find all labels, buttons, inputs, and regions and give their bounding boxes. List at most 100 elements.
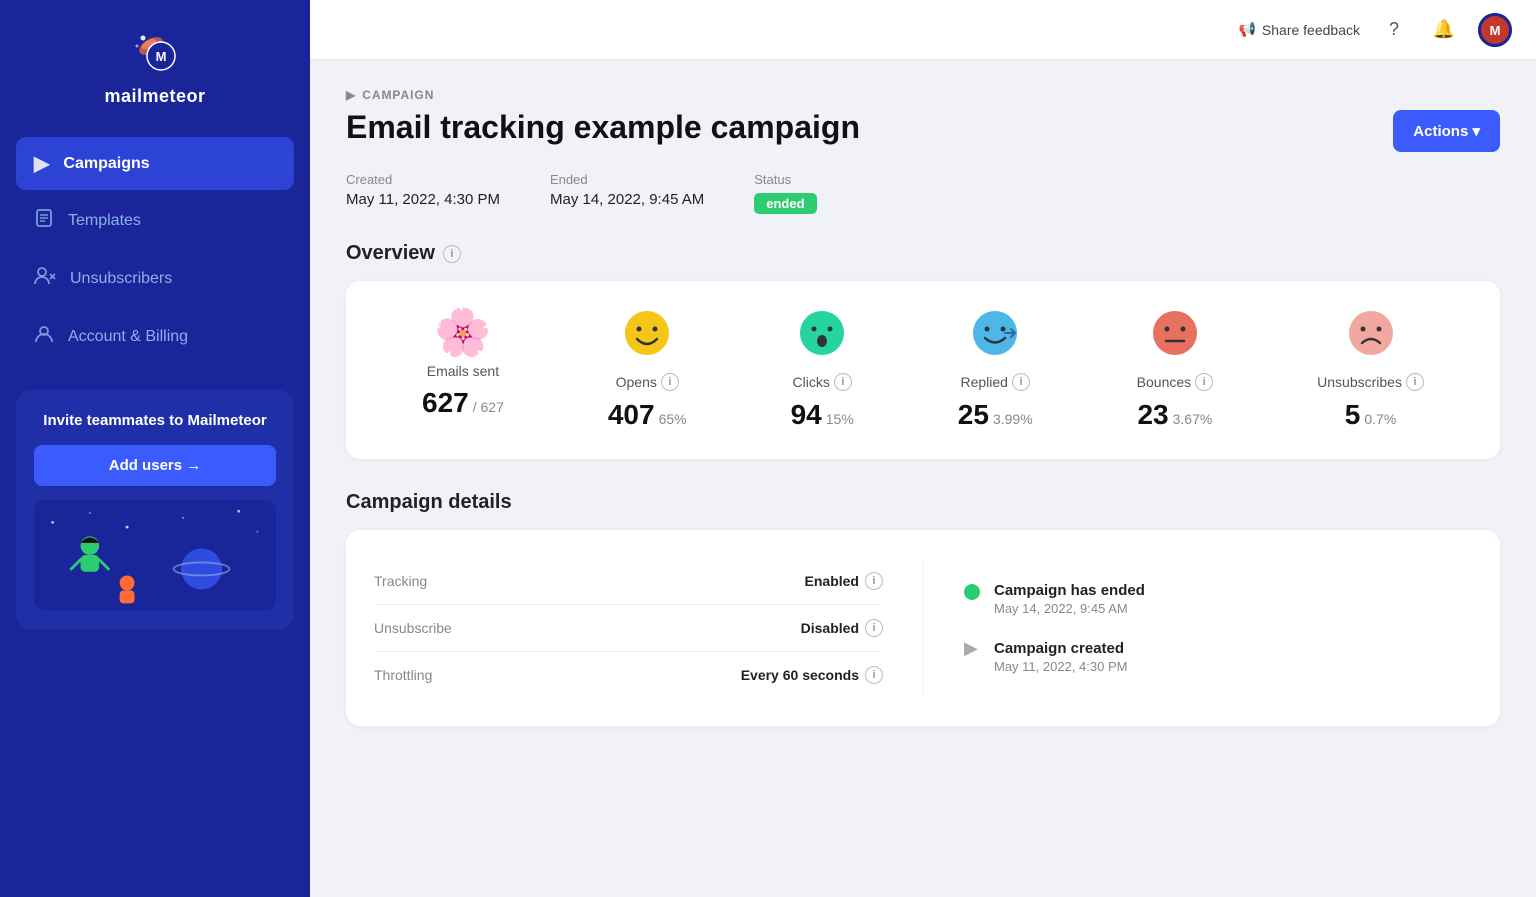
bounces-emoji (1151, 309, 1199, 365)
detail-tracking: Tracking Enabled i (374, 558, 883, 605)
templates-icon (34, 208, 54, 234)
bounces-label: Bounces i (1137, 373, 1213, 391)
emails-sent-label: Emails sent (427, 363, 499, 379)
breadcrumb-text: CAMPAIGN (362, 88, 434, 102)
unsubscribes-emoji (1347, 309, 1395, 365)
stat-replied: Replied i 25 3.99% (958, 309, 1033, 431)
logo-area: M mailmeteor (0, 0, 310, 127)
created-label: Created (346, 172, 500, 187)
logo-icon: M (129, 28, 181, 80)
page-header: Email tracking example campaign Actions … (346, 110, 1500, 152)
notifications-icon[interactable]: 🔔 (1428, 14, 1460, 46)
detail-throttling: Throttling Every 60 seconds i (374, 652, 883, 698)
sidebar-item-campaigns[interactable]: ▶ Campaigns (16, 137, 294, 190)
throttling-value: Every 60 seconds i (741, 666, 883, 684)
detail-unsubscribe: Unsubscribe Disabled i (374, 605, 883, 652)
page-title: Email tracking example campaign (346, 110, 860, 145)
sidebar-item-templates-label: Templates (68, 212, 141, 230)
timeline-item-created: ▶ Campaign created May 11, 2022, 4:30 PM (964, 640, 1472, 674)
throttling-info-icon[interactable]: i (865, 666, 883, 684)
overview-card: 🌸 Emails sent 627 / 627 Opens i (346, 281, 1500, 459)
bounces-value: 23 3.67% (1137, 399, 1212, 431)
avatar[interactable]: M (1478, 13, 1512, 47)
timeline-text-ended: Campaign has ended May 14, 2022, 9:45 AM (994, 582, 1145, 616)
stat-bounces: Bounces i 23 3.67% (1137, 309, 1213, 431)
overview-section-title: Overview i (346, 242, 1500, 265)
opens-label: Opens i (616, 373, 679, 391)
timeline-dot-arrow: ▶ (964, 638, 980, 654)
actions-button[interactable]: Actions ▾ (1393, 110, 1500, 152)
stat-unsubscribes: Unsubscribes i 5 0.7% (1317, 309, 1424, 431)
status-meta: Status ended (754, 172, 816, 214)
unsubscribe-key: Unsubscribe (374, 620, 452, 636)
unsubscribes-value: 5 0.7% (1345, 399, 1397, 431)
throttling-key: Throttling (374, 667, 432, 683)
invite-illustration (34, 500, 276, 610)
timeline-item-ended: Campaign has ended May 14, 2022, 9:45 AM (964, 582, 1472, 616)
account-icon (34, 324, 54, 350)
sidebar-item-unsubscribers[interactable]: Unsubscribers (16, 252, 294, 306)
unsubscribes-label: Unsubscribes i (1317, 373, 1424, 391)
replied-info-icon[interactable]: i (1012, 373, 1030, 391)
details-section-title: Campaign details (346, 491, 1500, 514)
bounces-info-icon[interactable]: i (1195, 373, 1213, 391)
timeline-ended-date: May 14, 2022, 9:45 AM (994, 601, 1145, 616)
details-card: Tracking Enabled i Unsubscribe Disabled … (346, 530, 1500, 726)
timeline-created-title: Campaign created (994, 640, 1127, 657)
timeline-created-date: May 11, 2022, 4:30 PM (994, 659, 1127, 674)
tracking-value: Enabled i (805, 572, 883, 590)
main-area: 📢 Share feedback ? 🔔 M ▶ CAMPAIGN Email … (310, 0, 1536, 897)
stat-emails-sent: 🌸 Emails sent 627 / 627 (422, 309, 504, 431)
timeline-text-created: Campaign created May 11, 2022, 4:30 PM (994, 640, 1127, 674)
ended-meta: Ended May 14, 2022, 9:45 AM (550, 172, 704, 214)
unsubscribe-info-icon[interactable]: i (865, 619, 883, 637)
replied-label: Replied i (960, 373, 1029, 391)
tracking-key: Tracking (374, 573, 427, 589)
clicks-emoji (798, 309, 846, 365)
unsubscribe-value: Disabled i (801, 619, 883, 637)
meta-row: Created May 11, 2022, 4:30 PM Ended May … (346, 172, 1500, 214)
created-value: May 11, 2022, 4:30 PM (346, 191, 500, 208)
feedback-label: Share feedback (1262, 22, 1360, 38)
timeline-ended-title: Campaign has ended (994, 582, 1145, 599)
emails-sent-emoji: 🌸 (434, 309, 491, 355)
sidebar-item-campaigns-label: Campaigns (63, 155, 149, 173)
opens-emoji (623, 309, 671, 365)
unsubscribes-info-icon[interactable]: i (1406, 373, 1424, 391)
page-content: ▶ CAMPAIGN Email tracking example campai… (310, 60, 1536, 897)
stat-clicks: Clicks i 94 15% (791, 309, 854, 431)
invite-box: Invite teammates to Mailmeteor Add users… (16, 390, 294, 630)
megaphone-icon: 📢 (1238, 21, 1255, 38)
nav-list: ▶ Campaigns Templates Unsubscribers Acco… (0, 127, 310, 374)
opens-info-icon[interactable]: i (661, 373, 679, 391)
topbar: 📢 Share feedback ? 🔔 M (310, 0, 1536, 60)
timeline-dot-green (964, 584, 980, 600)
breadcrumb: ▶ CAMPAIGN (346, 88, 1500, 102)
status-badge: ended (754, 193, 816, 214)
feedback-button[interactable]: 📢 Share feedback (1238, 21, 1360, 38)
svg-text:M: M (1490, 23, 1501, 38)
status-label: Status (754, 172, 816, 187)
breadcrumb-arrow: ▶ (346, 88, 356, 102)
sidebar: M mailmeteor ▶ Campaigns Templates Unsub… (0, 0, 310, 897)
logo-text: mailmeteor (104, 86, 205, 107)
sidebar-item-templates[interactable]: Templates (16, 194, 294, 248)
details-right: Campaign has ended May 14, 2022, 9:45 AM… (923, 558, 1472, 698)
sidebar-item-account-billing[interactable]: Account & Billing (16, 310, 294, 364)
clicks-value: 94 15% (791, 399, 854, 431)
ended-value: May 14, 2022, 9:45 AM (550, 191, 704, 208)
sidebar-item-unsubscribers-label: Unsubscribers (70, 270, 172, 288)
replied-value: 25 3.99% (958, 399, 1033, 431)
help-icon[interactable]: ? (1378, 14, 1410, 46)
sidebar-item-account-billing-label: Account & Billing (68, 328, 188, 346)
svg-text:M: M (156, 49, 167, 64)
tracking-info-icon[interactable]: i (865, 572, 883, 590)
unsubscribers-icon (34, 266, 56, 292)
clicks-info-icon[interactable]: i (834, 373, 852, 391)
invite-title: Invite teammates to Mailmeteor (34, 410, 276, 431)
overview-info-icon[interactable]: i (443, 245, 461, 263)
replied-emoji (971, 309, 1019, 365)
emails-sent-value: 627 / 627 (422, 387, 504, 419)
details-left: Tracking Enabled i Unsubscribe Disabled … (374, 558, 923, 698)
add-users-button[interactable]: Add users → (34, 445, 276, 486)
